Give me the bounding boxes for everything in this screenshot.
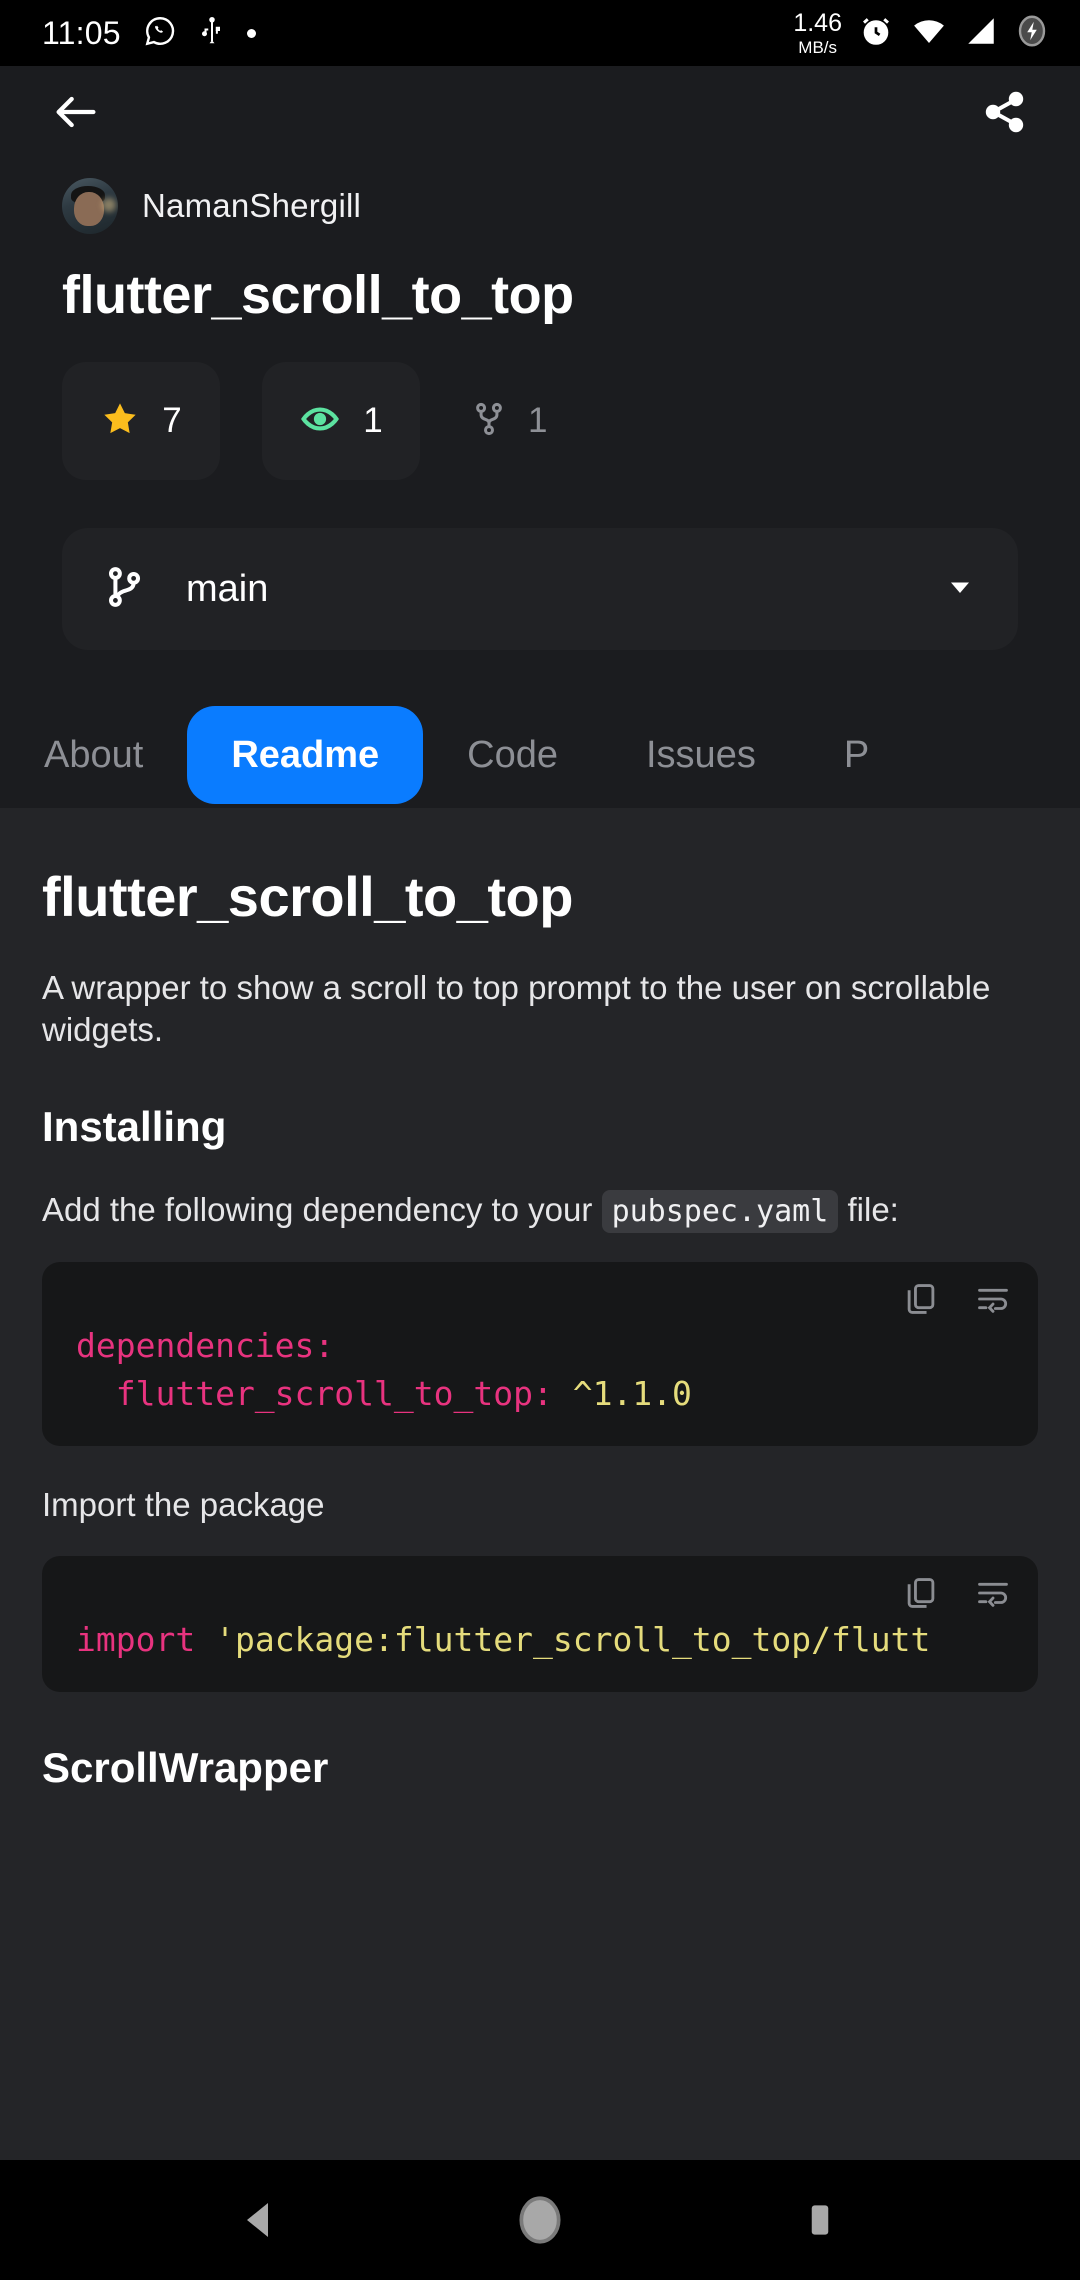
code-block-yaml: dependencies: flutter_scroll_to_top: ^1.… [42,1261,1038,1446]
installing-text-after: file: [847,1191,899,1229]
code-block-import: import 'package:flutter_scroll_to_top/fl… [42,1555,1038,1692]
inline-code-pubspec: pubspec.yaml [601,1190,839,1234]
fork-icon [470,400,508,443]
network-speed-indicator: 1.46 MB/s [793,8,842,57]
wifi-icon [910,14,948,53]
chevron-down-icon[interactable] [942,569,978,610]
battery-charging-icon [1014,13,1050,54]
readme-title: flutter_scroll_to_top [42,865,573,928]
tab-pull-requests[interactable]: P [800,706,913,804]
status-bar-notification-icons [143,14,256,53]
code-block-actions-import [902,1574,1012,1617]
readme-description: A wrapper to show a scroll to top prompt… [42,969,991,1049]
dart-keyword-import: import [76,1619,196,1659]
nav-home-button[interactable] [485,2165,595,2275]
star-icon [100,399,140,444]
usb-icon [197,14,227,53]
code-line: import 'package:flutter_scroll_to_top/fl… [42,1616,1038,1664]
watchers-stat[interactable]: 1 [262,362,420,480]
installing-text-before: Add the following dependency to your [42,1191,593,1229]
yaml-value-version: ^1.1.0 [552,1373,692,1413]
repo-stats-row: 7 1 1 [0,326,1080,480]
watchers-count: 1 [363,401,383,440]
branch-name: main [186,567,269,610]
app-bar [0,66,1080,158]
system-navigation-bar [0,2160,1080,2280]
network-speed-value: 1.46 [793,8,842,37]
repo-tabs[interactable]: About Readme Code Issues P [0,650,1080,808]
phone-screen: 11:05 1.46 MB/s NamanShergill flutter_sc… [0,0,1080,2280]
signal-icon [964,14,998,53]
avatar [62,178,118,234]
forks-stat[interactable]: 1 [462,400,555,443]
wrap-text-icon[interactable] [974,1574,1012,1617]
share-button[interactable] [968,76,1040,148]
alarm-icon [858,13,894,54]
repo-owner-name: NamanShergill [142,187,362,224]
tab-code[interactable]: Code [423,706,602,804]
tab-readme[interactable]: Readme [187,706,424,804]
code-block-actions-yaml [902,1280,1012,1323]
repo-header: NamanShergill flutter_scroll_to_top 7 1 … [0,158,1080,808]
status-bar: 11:05 1.46 MB/s [0,0,1080,66]
tab-issues[interactable]: Issues [602,706,800,804]
code-line: flutter_scroll_to_top: ^1.1.0 [42,1370,1038,1418]
copy-icon[interactable] [902,1574,940,1617]
repo-name-title: flutter_scroll_to_top [62,265,574,325]
readme-installing-heading: Installing [42,1103,227,1151]
forks-count: 1 [528,401,548,440]
nav-back-button[interactable] [205,2165,315,2275]
back-button[interactable] [40,76,112,148]
wrap-text-icon[interactable] [974,1280,1012,1323]
branch-icon [102,562,148,617]
tab-about[interactable]: About [0,706,187,804]
code-line: dependencies: [42,1322,1038,1370]
stars-count: 7 [162,401,182,440]
readme-installing-paragraph: Add the following dependency to your pub… [42,1189,1002,1234]
stars-stat[interactable]: 7 [62,362,220,480]
dart-string-package-path: 'package:flutter_scroll_to_top/flutt [195,1619,931,1659]
whatsapp-icon [143,14,177,53]
status-bar-system-icons: 1.46 MB/s [793,8,1050,57]
nav-recents-button[interactable] [765,2165,875,2275]
repo-owner-row[interactable]: NamanShergill [0,158,1080,234]
yaml-key-package: flutter_scroll_to_top: [76,1373,553,1413]
copy-icon[interactable] [902,1280,940,1323]
readme-import-paragraph: Import the package [42,1485,325,1523]
branch-selector[interactable]: main [62,528,1018,650]
readme-scrollwrapper-heading: ScrollWrapper [42,1743,329,1791]
eye-icon [299,398,341,445]
yaml-key-dependencies: dependencies: [76,1325,335,1365]
network-speed-unit: MB/s [798,37,838,57]
dot-indicator [246,28,256,38]
status-bar-clock: 11:05 [42,14,121,51]
readme-content: flutter_scroll_to_top A wrapper to show … [0,808,1080,2160]
